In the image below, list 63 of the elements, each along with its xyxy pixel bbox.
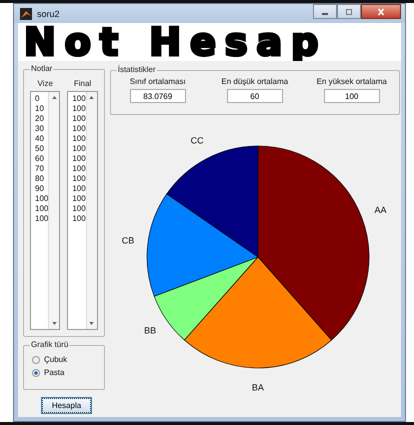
slice-label: BB [144, 326, 156, 336]
scroll-down-icon[interactable] [89, 322, 94, 325]
list-item[interactable]: 100 [72, 154, 86, 164]
grade-list[interactable]: 100 100 100 100 100 100 100 100 100 100 100 100 100 [67, 91, 98, 330]
value-field[interactable]: 60 [226, 89, 283, 103]
list-item[interactable]: 50 [35, 144, 44, 154]
panel-title: Grafik türü [30, 340, 70, 349]
list-item[interactable]: 70 [35, 164, 44, 174]
list-item[interactable]: 100 [72, 124, 86, 134]
app-icon [20, 8, 32, 20]
radio-option[interactable]: Çubuk [32, 355, 96, 364]
field-label: En düşük ortalama [221, 77, 288, 86]
scrollbar[interactable] [48, 92, 60, 329]
list-item[interactable]: 80 [35, 174, 44, 184]
slice-label: BA [252, 382, 264, 392]
value-field[interactable]: 100 [324, 89, 380, 103]
list-item[interactable]: 100 [35, 194, 48, 204]
list-item[interactable]: 100 [72, 134, 86, 144]
field-label: Sınıf ortalaması [130, 77, 186, 86]
scroll-up-icon[interactable] [89, 96, 94, 99]
value-field[interactable]: 83.0769 [130, 89, 186, 103]
list-item[interactable]: 100 [72, 214, 86, 224]
list-item[interactable]: 100 [72, 94, 86, 104]
panel-title: İstatistikler [116, 65, 157, 74]
list-item[interactable]: 60 [35, 154, 44, 164]
list-item[interactable]: 0 [35, 94, 40, 104]
slice-label: CB [121, 236, 134, 246]
radio-button[interactable] [32, 368, 40, 376]
grade-list[interactable]: 0 10 20 30 40 50 60 70 80 90 100 100 100 [30, 91, 60, 330]
slice-label: CC [190, 135, 204, 146]
maximize-button[interactable] [337, 4, 361, 19]
minimize-button[interactable] [313, 4, 337, 19]
scroll-down-icon[interactable] [52, 322, 57, 325]
list-item[interactable]: 10 [35, 104, 44, 114]
field-label: En yüksek ortalama [316, 77, 387, 86]
list-item[interactable]: 100 [72, 104, 86, 114]
list-item[interactable]: 40 [35, 134, 44, 144]
radio-option[interactable]: Pasta [32, 368, 96, 377]
scrollbar[interactable] [86, 92, 97, 329]
list-item[interactable]: 90 [35, 184, 44, 194]
list-item[interactable]: 100 [72, 144, 86, 154]
list-item[interactable]: 100 [72, 174, 86, 184]
list-item[interactable]: 20 [35, 114, 44, 124]
slice-label: AA [374, 204, 386, 215]
list-item[interactable]: 100 [35, 214, 48, 224]
list-item[interactable]: 100 [72, 194, 86, 204]
close-icon [376, 8, 386, 16]
list-item[interactable]: 100 [72, 184, 86, 194]
list-item[interactable]: 100 [35, 204, 48, 214]
maximize-icon [344, 8, 354, 16]
panel-title: Notlar [30, 64, 54, 73]
close-button[interactable] [361, 4, 401, 19]
calculate-button[interactable]: Hesapla [42, 398, 91, 413]
list-item[interactable]: 100 [72, 204, 86, 214]
radio-button[interactable] [32, 356, 40, 364]
column-heading: Final [74, 79, 92, 88]
list-item[interactable]: 100 [72, 114, 86, 124]
banner-title: Not Hesap [24, 23, 328, 61]
scroll-up-icon[interactable] [52, 96, 57, 99]
list-item[interactable]: 30 [35, 124, 44, 134]
window-title: soru2 [37, 8, 60, 18]
list-item[interactable]: 100 [72, 164, 86, 174]
column-heading: Vize [37, 79, 53, 88]
